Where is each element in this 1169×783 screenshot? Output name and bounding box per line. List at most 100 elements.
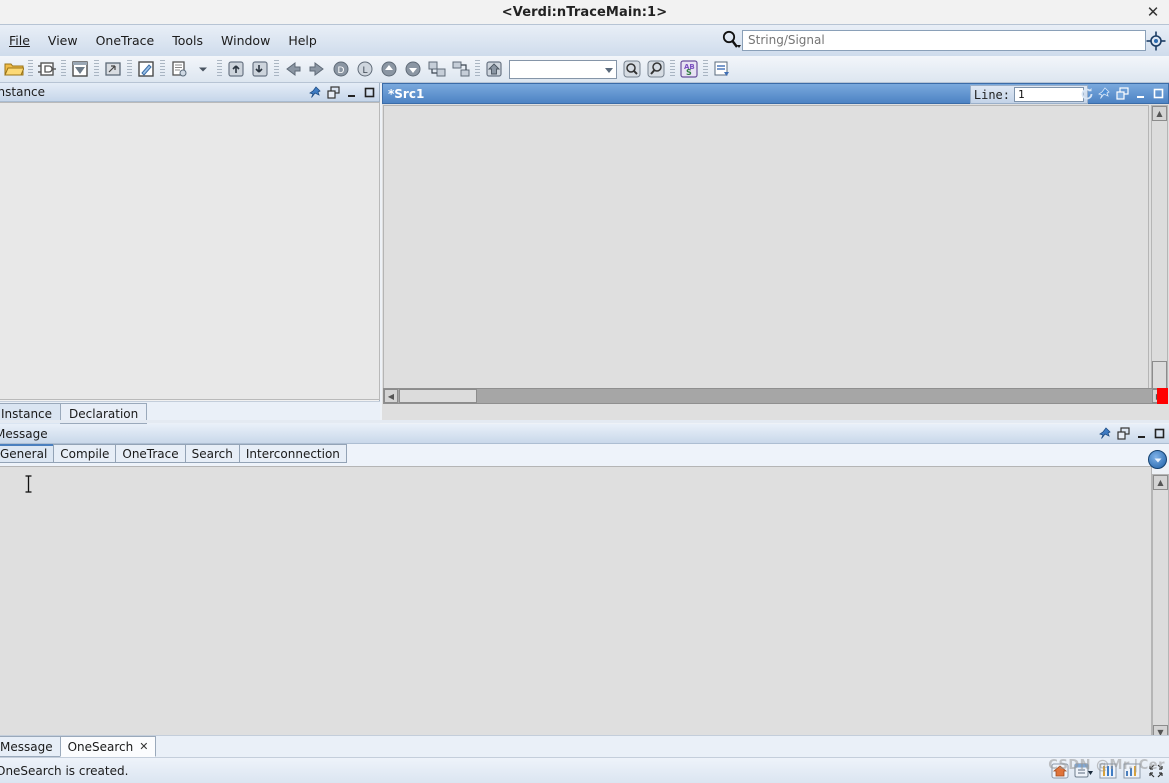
message-content-area[interactable] [0, 466, 1152, 741]
message-panel-header: Message [0, 424, 1169, 444]
home-icon[interactable] [1049, 760, 1071, 782]
scroll-up-arrow-icon[interactable]: ▲ [1152, 106, 1167, 121]
maximize-icon[interactable] [1151, 86, 1166, 101]
abs-icon[interactable]: AB S [678, 58, 700, 80]
resize-corner-icon[interactable] [1145, 760, 1167, 782]
bottom-tab-message-label: Message [0, 739, 53, 754]
tab-compile[interactable]: Compile [53, 444, 117, 463]
tab-search[interactable]: Search [184, 444, 240, 463]
text-cursor-icon [24, 475, 32, 493]
expand-hierarchy-icon[interactable] [426, 58, 448, 80]
toolbar-separator [475, 60, 480, 78]
scroll-left-arrow-icon[interactable]: ◀ [384, 389, 398, 403]
maximize-icon[interactable] [362, 85, 377, 100]
tab-interconnection[interactable]: Interconnection [238, 444, 347, 463]
close-icon[interactable]: ✕ [139, 740, 148, 753]
refresh-icon[interactable] [1079, 86, 1094, 101]
source-code-area[interactable] [383, 105, 1149, 395]
menu-tools[interactable]: Tools [163, 31, 212, 50]
open-folder-icon[interactable] [3, 58, 25, 80]
window-titlebar: <Verdi:nTraceMain:1> ✕ [0, 0, 1169, 24]
message-options-button[interactable] [1148, 450, 1167, 469]
source-panel-buttons [1079, 84, 1166, 103]
line-number-box: Line: [969, 85, 1088, 104]
forward-arrow-icon[interactable] [306, 58, 328, 80]
menu-file-label: File [9, 33, 30, 48]
scroll-corner-marker [1157, 388, 1168, 404]
window-close-button[interactable]: ✕ [1143, 2, 1163, 22]
message-panel: Message General Compile OneTrace Search … [0, 424, 1169, 759]
back-arrow-icon[interactable] [282, 58, 304, 80]
toolbar-combo-box[interactable] [509, 59, 617, 79]
down-level-icon[interactable] [249, 58, 271, 80]
maximize-icon[interactable] [1152, 426, 1167, 441]
scroll-thumb[interactable] [399, 389, 477, 403]
pin-icon[interactable] [1097, 86, 1112, 101]
main-toolbar: D L AB S [0, 56, 1169, 83]
minimize-icon[interactable] [1134, 426, 1149, 441]
undock-icon[interactable] [1115, 86, 1130, 101]
tab-general[interactable]: General [0, 444, 55, 463]
menu-onetrace[interactable]: OneTrace [87, 31, 164, 50]
minimize-icon[interactable] [344, 85, 359, 100]
svg-text:S: S [686, 68, 692, 77]
panel-splitter[interactable] [0, 420, 1169, 423]
open-library-icon[interactable] [102, 58, 124, 80]
undock-icon[interactable] [326, 85, 341, 100]
toolbar-separator [61, 60, 66, 78]
message-vertical-scrollbar[interactable]: ▲ ▼ [1152, 474, 1169, 741]
menu-file[interactable]: File [0, 31, 39, 50]
tab-instance-label: Instance [1, 406, 53, 421]
move-down-icon[interactable] [402, 58, 424, 80]
flatten-icon[interactable] [69, 58, 91, 80]
minimize-icon[interactable] [1133, 86, 1148, 101]
menu-window[interactable]: Window [212, 31, 279, 50]
driver-icon[interactable]: D [330, 58, 352, 80]
toolbar-separator [127, 60, 132, 78]
find-icon[interactable] [621, 58, 643, 80]
toolbar-separator [94, 60, 99, 78]
tab-onetrace[interactable]: OneTrace [115, 444, 186, 463]
crosshair-target-icon[interactable] [1145, 30, 1167, 52]
magnifier-icon[interactable] [720, 29, 742, 51]
source-vertical-scrollbar[interactable]: ▲ ▼ [1151, 105, 1168, 395]
status-bar-icons [1049, 759, 1167, 783]
toolbar-separator [274, 60, 279, 78]
tab-compile-label: Compile [60, 446, 110, 461]
menu-view[interactable]: View [39, 31, 87, 50]
source-horizontal-scrollbar[interactable]: ◀ ▶ [383, 388, 1167, 404]
message-panel-title: Message [0, 426, 48, 441]
undock-icon[interactable] [1116, 426, 1131, 441]
toolbar-separator [670, 60, 675, 78]
menu-window-label: Window [221, 33, 271, 48]
instance-tree-area[interactable] [0, 102, 380, 400]
up-level-icon[interactable] [225, 58, 247, 80]
pin-icon[interactable] [308, 85, 323, 100]
search-input[interactable] [742, 29, 1146, 51]
pin-icon[interactable] [1098, 426, 1113, 441]
menu-bar: File View OneTrace Tools Window Help [0, 24, 1169, 56]
instance-panel-title: Instance [0, 85, 46, 99]
calendar-dropdown-icon[interactable] [1073, 760, 1095, 782]
line-input[interactable] [1014, 87, 1084, 102]
source-panel-title: *Src1 [388, 86, 425, 101]
save-doc-icon[interactable] [168, 58, 190, 80]
waveform-icon[interactable] [1097, 760, 1119, 782]
bottom-tab-onesearch[interactable]: OneSearch ✕ [59, 736, 157, 757]
tab-onetrace-label: OneTrace [122, 446, 179, 461]
bottom-tab-message[interactable]: Message [0, 736, 61, 757]
message-panel-buttons [1098, 424, 1167, 443]
move-up-icon[interactable] [378, 58, 400, 80]
home-hierarchy-icon[interactable] [483, 58, 505, 80]
status-message: OneSearch is created. [0, 763, 129, 778]
dropdown-arrow-icon[interactable] [192, 58, 214, 80]
edit-icon[interactable] [135, 58, 157, 80]
menu-help[interactable]: Help [279, 31, 326, 50]
collapse-hierarchy-icon[interactable] [450, 58, 472, 80]
find-next-icon[interactable] [645, 58, 667, 80]
load-icon[interactable]: L [354, 58, 376, 80]
import-design-icon[interactable] [36, 58, 58, 80]
annotate-icon[interactable] [711, 58, 733, 80]
signal-bars-icon[interactable] [1121, 760, 1143, 782]
scroll-up-arrow-icon[interactable]: ▲ [1153, 475, 1168, 490]
